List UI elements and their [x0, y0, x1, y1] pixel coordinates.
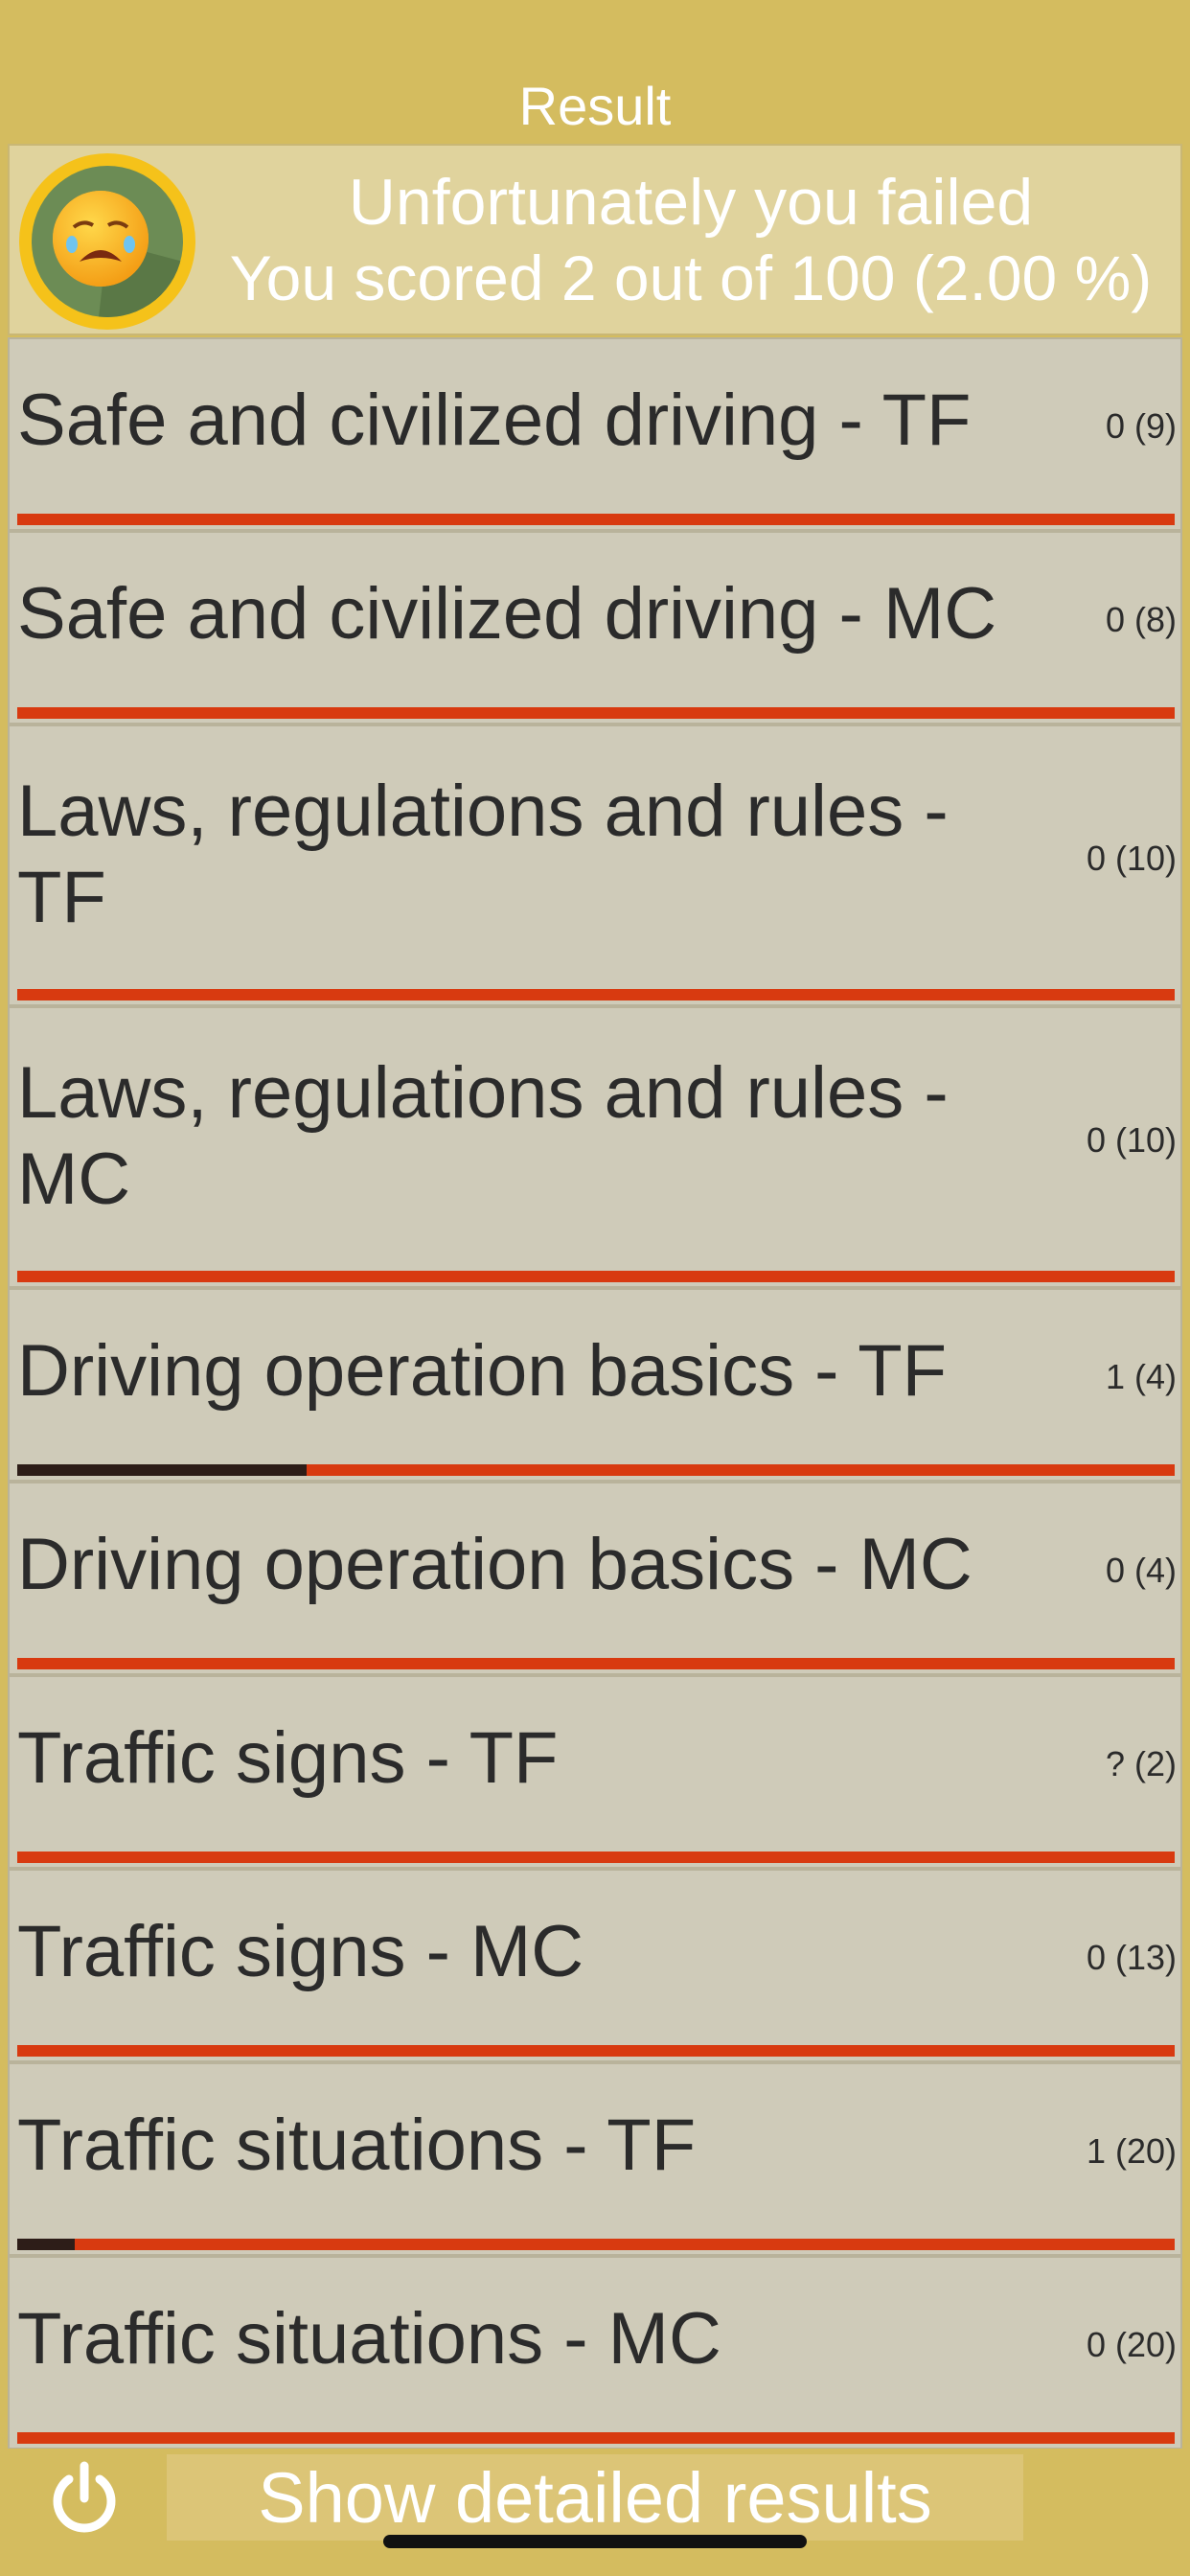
category-progress-bar	[17, 1852, 1175, 1863]
bottom-toolbar: Show detailed results	[0, 2449, 1190, 2576]
category-score: ? (2)	[1105, 1744, 1177, 1783]
category-list: Safe and civilized driving - TF 0 (9) Sa…	[8, 337, 1182, 2450]
category-label: Safe and civilized driving - TF	[17, 380, 972, 461]
category-progress-bar	[17, 1464, 1175, 1476]
category-progress-bar	[17, 1271, 1175, 1282]
category-item[interactable]: Safe and civilized driving - TF 0 (9)	[8, 337, 1182, 531]
category-score: 0 (8)	[1105, 600, 1177, 639]
category-item[interactable]: Driving operation basics - MC 0 (4)	[8, 1482, 1182, 1675]
category-progress-bar	[17, 514, 1175, 525]
category-progress-bar	[17, 2239, 1175, 2250]
header-bar: Result	[0, 0, 1190, 144]
category-label: Traffic situations - TF	[17, 2104, 697, 2186]
crying-face-icon	[19, 153, 195, 330]
category-progress-fill	[17, 2239, 76, 2250]
category-score: 1 (4)	[1105, 1357, 1177, 1396]
category-label: Driving operation basics - MC	[17, 1524, 973, 1605]
category-progress-bar	[17, 2432, 1175, 2444]
result-score-text: You scored 2 out of 100 (2.00 %)	[229, 242, 1153, 313]
category-score: 0 (20)	[1086, 2325, 1177, 2364]
result-status-text: Unfortunately you failed	[348, 166, 1034, 239]
category-score: 0 (10)	[1086, 1120, 1177, 1160]
category-item[interactable]: Safe and civilized driving - MC 0 (8)	[8, 531, 1182, 724]
show-detailed-results-button[interactable]: Show detailed results	[167, 2454, 1023, 2541]
category-item[interactable]: Traffic situations - MC 0 (20)	[8, 2256, 1182, 2450]
page-title: Result	[518, 76, 672, 136]
category-label: Laws, regulations and rules - TF	[17, 770, 949, 938]
category-item[interactable]: Traffic signs - TF ? (2)	[8, 1675, 1182, 1869]
home-indicator[interactable]	[383, 2535, 807, 2548]
category-progress-bar	[17, 707, 1175, 719]
category-label: Laws, regulations and rules - MC	[17, 1052, 949, 1220]
category-progress-fill	[17, 1464, 307, 1476]
category-item[interactable]: Traffic signs - MC 0 (13)	[8, 1869, 1182, 2062]
category-item[interactable]: Traffic situations - TF 1 (20)	[8, 2062, 1182, 2256]
category-label: Driving operation basics - TF	[17, 1330, 948, 1412]
category-label: Safe and civilized driving - MC	[17, 573, 997, 655]
category-label: Traffic signs - MC	[17, 1911, 584, 1992]
category-item[interactable]: Laws, regulations and rules - MC 0 (10)	[8, 1006, 1182, 1288]
category-score: 0 (10)	[1086, 839, 1177, 878]
category-label: Traffic situations - MC	[17, 2298, 721, 2380]
category-score: 0 (9)	[1105, 406, 1177, 446]
category-score: 0 (4)	[1105, 1551, 1177, 1590]
category-item[interactable]: Driving operation basics - TF 1 (4)	[8, 1288, 1182, 1482]
category-score: 0 (13)	[1086, 1938, 1177, 1977]
category-progress-bar	[17, 989, 1175, 1000]
power-icon[interactable]	[46, 2460, 123, 2537]
category-score: 1 (20)	[1086, 2131, 1177, 2171]
category-progress-bar	[17, 2045, 1175, 2057]
category-item[interactable]: Laws, regulations and rules - TF 0 (10)	[8, 724, 1182, 1006]
category-label: Traffic signs - TF	[17, 1717, 559, 1799]
category-progress-bar	[17, 1658, 1175, 1669]
result-summary: Unfortunately you failed You scored 2 ou…	[8, 144, 1182, 335]
